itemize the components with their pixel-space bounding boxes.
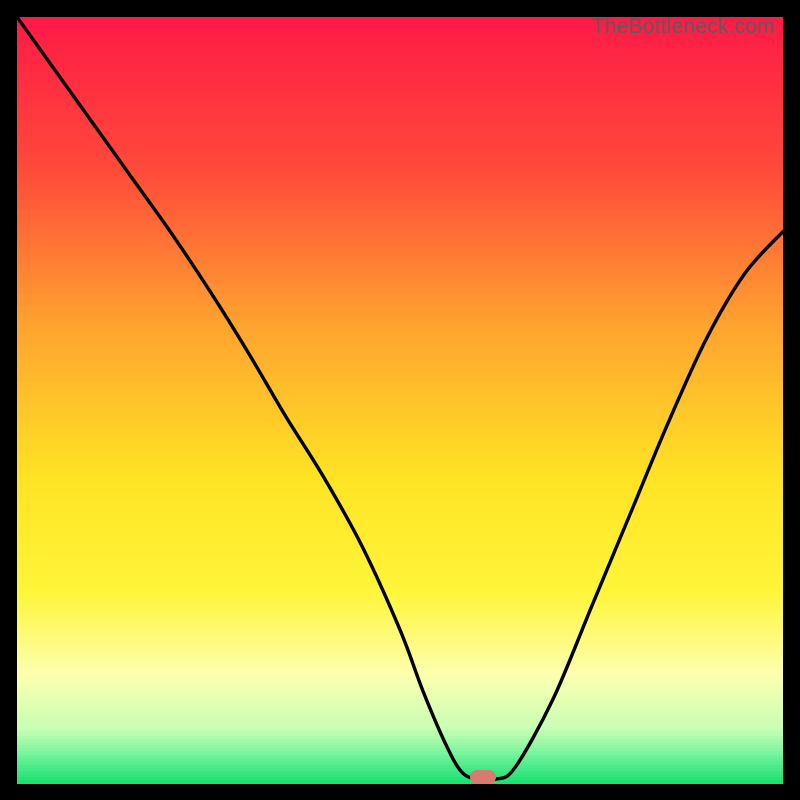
watermark-text: TheBottleneck.com	[592, 15, 775, 39]
plot-frame: TheBottleneck.com	[17, 17, 783, 783]
min-marker	[470, 770, 496, 784]
plot-area	[17, 17, 783, 783]
